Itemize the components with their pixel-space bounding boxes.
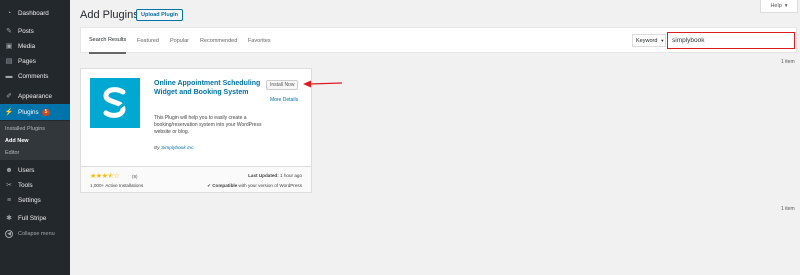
submenu-add-new[interactable]: Add New [5, 138, 29, 144]
admin-sidebar: ◔ Dashboard ✎ Posts ▣ Media ▤ Pages ▬ Co… [0, 0, 70, 275]
result-count-bottom: 1 item [781, 206, 795, 212]
wrench-icon: ✂ [6, 182, 12, 189]
result-count-top: 1 item [781, 59, 795, 65]
plugin-card-footer: ★★★⯪☆ (9) 1,000+ Active Installations La… [81, 166, 311, 192]
menu-comments-label: Comments [18, 72, 49, 80]
menu-plugins[interactable]: ⚡ Plugins 5 [0, 104, 70, 120]
plugin-name-link[interactable]: Online Appointment Scheduling Widget and… [154, 79, 264, 97]
menu-comments[interactable]: ▬ Comments [0, 69, 70, 83]
menu-media-label: Media [18, 42, 36, 50]
menu-appearance[interactable]: ✐ Appearance [0, 89, 70, 103]
media-icon: ▣ [5, 43, 13, 50]
brush-icon: ✐ [6, 93, 12, 100]
last-updated: Last Updated: 1 hour ago [248, 173, 302, 178]
page-icon: ▤ [5, 58, 13, 65]
menu-full-stripe-label: Full Stripe [18, 214, 47, 222]
last-updated-label: Last Updated: [248, 173, 279, 178]
star-empty-icon: ☆ [113, 173, 120, 180]
dashboard-icon: ◔ [6, 9, 12, 17]
active-installs: 1,000+ Active Installations [90, 183, 144, 188]
install-now-button[interactable]: Install Now [266, 80, 299, 90]
compatible-text: with your version of WordPress [238, 183, 303, 188]
tab-recommended[interactable]: Recommended [200, 28, 237, 54]
star-rating: ★★★⯪☆ [90, 172, 120, 183]
collapse-menu[interactable]: ◀ Collapse menu [0, 228, 70, 240]
more-details-link[interactable]: More Details [270, 97, 298, 103]
submenu-editor[interactable]: Editor [5, 150, 19, 156]
upload-plugin-button[interactable]: Upload Plugin [136, 9, 183, 21]
chevron-down-icon: ▼ [660, 38, 665, 43]
check-icon: ✔ [207, 183, 211, 188]
menu-full-stripe[interactable]: ✱ Full Stripe [0, 211, 70, 225]
plugin-icon: ⚡ [4, 109, 14, 116]
menu-dashboard-label: Dashboard [18, 9, 49, 17]
chevron-down-icon: ▾ [784, 3, 788, 9]
tab-featured[interactable]: Featured [137, 28, 159, 54]
plugin-description: This Plugin will help you to easily crea… [154, 115, 262, 135]
help-label: Help [770, 3, 782, 9]
users-icon: ☻ [5, 166, 13, 174]
plugin-search-input[interactable]: simplybook [667, 32, 795, 49]
pin-icon: ✎ [6, 28, 12, 35]
last-updated-value: 1 hour ago [280, 173, 302, 178]
menu-appearance-label: Appearance [18, 92, 52, 100]
search-type-select[interactable]: Keyword ▼ [632, 34, 666, 47]
help-tab[interactable]: Help ▾ [760, 0, 798, 13]
menu-posts-label: Posts [18, 27, 34, 35]
menu-dashboard[interactable]: ◔ Dashboard [0, 6, 70, 20]
menu-settings-label: Settings [18, 196, 41, 204]
page-title: Add Plugins [80, 9, 139, 21]
compatible-label: Compatible [212, 183, 238, 188]
sliders-icon: ≡ [6, 196, 12, 204]
tab-popular[interactable]: Popular [170, 28, 189, 54]
menu-settings[interactable]: ≡ Settings [0, 193, 70, 207]
tab-favorites[interactable]: Favorites [248, 28, 271, 54]
menu-tools-label: Tools [18, 181, 33, 189]
menu-tools[interactable]: ✂ Tools [0, 178, 70, 192]
menu-pages[interactable]: ▤ Pages [0, 54, 70, 68]
compatibility-status: ✔ Compatible with your version of WordPr… [207, 183, 302, 189]
menu-users[interactable]: ☻ Users [0, 163, 70, 177]
stripe-icon: ✱ [6, 215, 12, 222]
tab-search-results[interactable]: Search Results [89, 28, 127, 54]
collapse-arrow-icon: ◀ [5, 230, 13, 238]
menu-plugins-label: Plugins [18, 108, 39, 116]
search-type-value: Keyword [636, 37, 658, 44]
plugin-author: By Simplybook Inc. [154, 146, 195, 151]
collapse-menu-label: Collapse menu [18, 231, 55, 237]
author-link[interactable]: Simplybook Inc. [161, 146, 195, 151]
plugin-logo-icon[interactable] [90, 78, 140, 128]
plugins-submenu: Installed Plugins Add New Editor [0, 121, 70, 160]
author-prefix: By [154, 146, 160, 151]
comment-icon: ▬ [5, 72, 13, 80]
menu-pages-label: Pages [18, 57, 36, 65]
plugin-filter-bar: Search Results Featured Popular Recommen… [80, 27, 797, 54]
plugin-card: Online Appointment Scheduling Widget and… [80, 68, 312, 193]
menu-posts[interactable]: ✎ Posts [0, 24, 70, 38]
submenu-installed-plugins[interactable]: Installed Plugins [5, 126, 45, 132]
plugins-count-badge: 5 [41, 108, 51, 116]
menu-media[interactable]: ▣ Media [0, 39, 70, 53]
menu-users-label: Users [18, 166, 35, 174]
rating-count[interactable]: (9) [132, 174, 138, 179]
